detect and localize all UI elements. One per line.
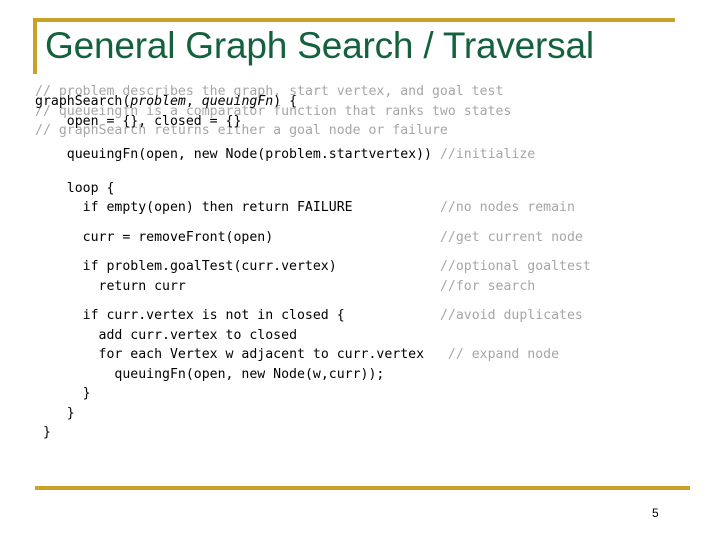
title-left-rule	[33, 18, 37, 74]
code-line: return curr //for search	[0, 277, 720, 297]
code-text: if curr.vertex is not in closed {	[82, 308, 345, 323]
code-text: curr = removeFront(open)	[82, 229, 274, 245]
code-line: if curr.vertex is not in closed { //avoid…	[0, 306, 720, 326]
code-text: }	[42, 425, 51, 440]
code-line-signature: graphSearch(problem, queuingFn) {	[35, 94, 298, 109]
code-line: curr = removeFront(open) //get current no…	[0, 228, 720, 248]
slide-title-block: General Graph Search / Traversal	[33, 18, 675, 74]
code-text: if problem.goalTest(curr.vertex)	[82, 259, 337, 274]
code-line: }	[0, 423, 720, 443]
code-text: queuingFn(open, new Node(problem.startve…	[66, 147, 432, 162]
code-spacer	[0, 165, 720, 179]
page-title: General Graph Search / Traversal	[45, 25, 594, 66]
code-text: add curr.vertex to closed	[98, 327, 298, 343]
code-comment: //avoid duplicates	[439, 308, 583, 323]
code-block: graphSearch(problem, queuingFn) { open = …	[0, 78, 720, 443]
code-line: queuingFn(open, new Node(w,curr));	[0, 365, 720, 385]
code-text: for each Vertex w adjacent to curr.verte…	[98, 347, 425, 362]
code-text: }	[82, 386, 91, 401]
code-spacer	[0, 78, 720, 92]
code-spacer	[0, 247, 720, 257]
code-text: open = {}, closed = {}	[66, 113, 242, 129]
footer-rule	[35, 486, 690, 490]
code-text: if empty(open) then return FAILURE	[82, 200, 353, 215]
code-text: return curr	[98, 278, 186, 294]
code-comment: // expand node	[447, 347, 560, 362]
code-comment: //initialize	[439, 147, 536, 162]
code-comment: //for search	[439, 278, 536, 294]
code-spacer	[0, 296, 720, 306]
code-comment: //optional goaltest	[439, 259, 591, 274]
code-spacer	[0, 131, 720, 145]
signature-param-2: queuingFn	[201, 94, 274, 109]
code-line: open = {}, closed = {}	[0, 112, 720, 132]
code-comment: //get current node	[439, 229, 583, 245]
code-line: for each Vertex w adjacent to curr.verte…	[0, 345, 720, 365]
code-line: }	[0, 384, 720, 404]
code-line: queuingFn(open, new Node(problem.startve…	[0, 145, 720, 165]
code-line: if problem.goalTest(curr.vertex) //option…	[0, 257, 720, 277]
code-text: loop {	[66, 180, 115, 196]
code-line: add curr.vertex to closed	[0, 326, 720, 346]
code-text: queuingFn(open, new Node(w,curr));	[114, 366, 385, 382]
code-line: if empty(open) then return FAILURE //no n…	[0, 198, 720, 218]
code-line: loop {	[0, 179, 720, 199]
signature-param-1: problem	[130, 94, 186, 109]
code-text: }	[66, 405, 75, 421]
code-comment: //no nodes remain	[439, 200, 575, 215]
page-number: 5	[652, 506, 659, 520]
code-spacer	[0, 218, 720, 228]
code-line: }	[0, 404, 720, 424]
